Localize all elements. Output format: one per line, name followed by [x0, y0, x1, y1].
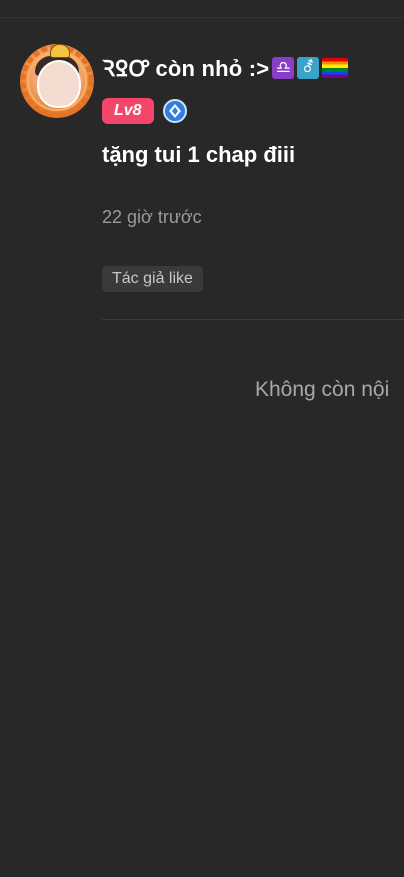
- avatar-hat-icon: [50, 44, 70, 58]
- avatar[interactable]: [20, 44, 94, 118]
- avatar-face: [37, 60, 81, 108]
- rainbow-flag-icon: [322, 58, 349, 78]
- end-of-list-message: Không còn nội: [255, 378, 390, 401]
- username[interactable]: ꝚꝾꝌ còn nhỏ :>: [102, 53, 269, 83]
- name-row: ꝚꝾꝌ còn nhỏ :> ♎ ⚦: [102, 53, 349, 83]
- level-badge: Lv8: [102, 98, 154, 124]
- comment-divider: [102, 319, 404, 320]
- gender-emoji-icon: ⚦: [297, 57, 320, 79]
- author-liked-tag: Tác giả like: [102, 266, 203, 292]
- comment-timestamp: 22 giờ trước: [102, 207, 202, 227]
- libra-emoji-icon: ♎: [272, 57, 295, 79]
- comment-text: tặng tui 1 chap điii: [102, 142, 296, 167]
- top-divider: [0, 17, 404, 18]
- badge-row: Lv8: [102, 98, 187, 124]
- vip-diamond-icon: [162, 99, 187, 123]
